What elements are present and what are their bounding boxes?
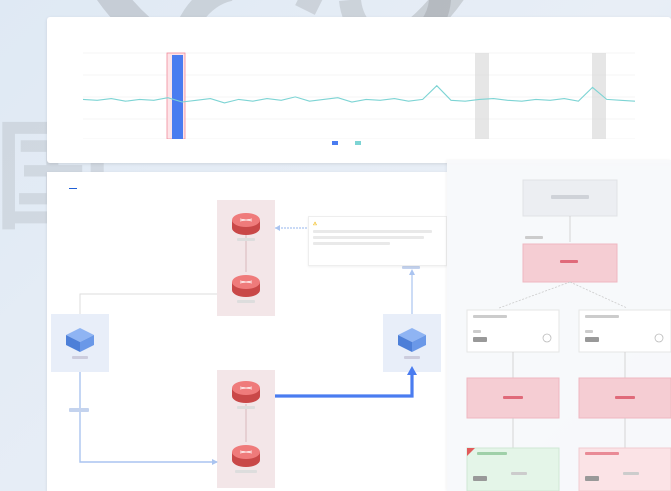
node-label [404,356,420,359]
card-label [511,472,527,475]
traffic-chart-panel [47,17,671,163]
router-icon [232,445,260,467]
link-label [69,408,89,412]
node-label [525,236,543,239]
node-label [235,470,257,473]
topology-panel: ⚠ [47,172,447,491]
card-value [585,337,599,342]
arrow-head [275,225,280,231]
shaded-band [592,53,606,139]
node-label [237,300,255,303]
legend-swatch [332,141,338,145]
tree-link [569,281,628,309]
card-label [477,452,507,455]
tooltip-line [313,230,432,233]
node-label [237,238,255,241]
tooltip-title: ⚠ [313,221,442,227]
node-label [503,396,523,399]
router-icon [232,213,260,235]
shaded-band [475,53,489,139]
bar-mark [172,55,183,139]
card-label [623,472,639,475]
node-label [72,356,88,359]
router-icon [232,381,260,403]
link-label [402,266,420,269]
node-label [615,396,635,399]
detail-tree [466,179,671,491]
legend-item[interactable] [355,141,364,145]
card-label [585,452,619,455]
tooltip-line [313,242,391,245]
card-value [473,337,487,342]
card-label [473,315,507,318]
node-label [237,406,255,409]
link-left-to-bottom [79,372,217,463]
link-bottom-to-right-active [275,372,414,398]
router-icon [232,275,260,297]
detail-panel [447,160,671,491]
tooltip-line [313,236,424,239]
legend-item[interactable] [332,141,341,145]
arrow-head [409,269,415,275]
node-label [560,260,578,263]
node-label [551,195,589,199]
card-value [585,476,599,481]
traffic-chart [82,52,636,139]
card-label [473,330,481,333]
card-label [585,330,593,333]
warning-icon: ⚠ [313,221,318,226]
series-line [82,84,636,104]
y-gridlines [83,52,635,139]
topology-tabs [55,180,77,189]
tab-alarms[interactable] [69,180,77,189]
card-value [473,476,487,481]
legend-swatch [355,141,361,145]
link-left-to-top [79,293,217,314]
alert-tooltip: ⚠ [308,216,447,266]
tree-link [498,281,571,309]
card-label [585,315,619,318]
chart-legend [332,141,364,145]
